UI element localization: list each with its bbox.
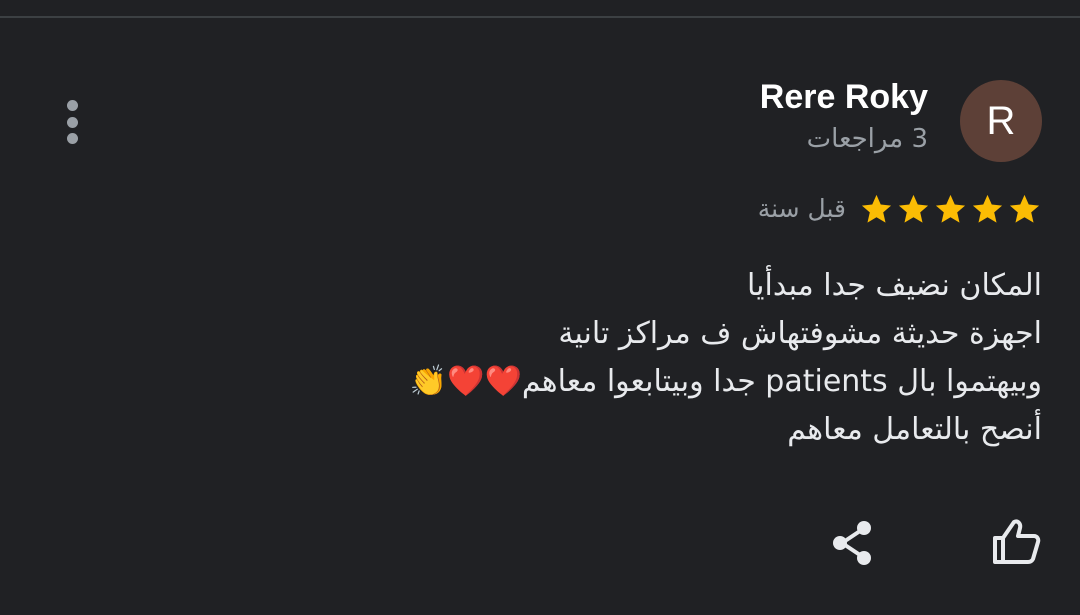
review-line: وبيهتموا بال patients جدا وبيتابعوا معاه… <box>409 364 1042 399</box>
review-line: المكان نضيف جدا مبدأيا <box>747 268 1042 303</box>
review-card: R Rere Roky 3 مراجعات قبل سنة المكان نضي… <box>0 0 1080 615</box>
more-vert-icon-dot <box>66 116 78 128</box>
avatar-initial: R <box>986 98 1016 143</box>
star-icon <box>972 194 1003 223</box>
star-icon <box>898 194 929 223</box>
star-icon <box>1009 194 1040 223</box>
more-options-button[interactable] <box>56 96 88 148</box>
review-line: أنصح بالتعامل معاهم <box>787 412 1042 447</box>
review-text: المكان نضيف جدا مبدأيا اجهزة حديثة مشوفت… <box>282 262 1042 454</box>
like-button[interactable] <box>990 516 1042 568</box>
more-vert-icon <box>66 100 78 111</box>
review-date: قبل سنة <box>757 194 846 223</box>
star-icon <box>935 194 966 223</box>
reviewer-name[interactable]: Rere Roky <box>760 78 928 117</box>
avatar[interactable]: R <box>960 80 1042 162</box>
thumb-up-icon <box>993 519 1041 564</box>
divider <box>0 16 1080 18</box>
star-rating <box>859 192 1042 227</box>
share-button[interactable] <box>830 520 876 566</box>
review-count: 3 مراجعات <box>806 124 928 154</box>
share-icon <box>833 521 871 565</box>
star-icon <box>861 194 892 223</box>
review-line: اجهزة حديثة مشوفتهاش ف مراكز تانية <box>558 316 1042 351</box>
more-vert-icon-dot <box>66 133 78 144</box>
